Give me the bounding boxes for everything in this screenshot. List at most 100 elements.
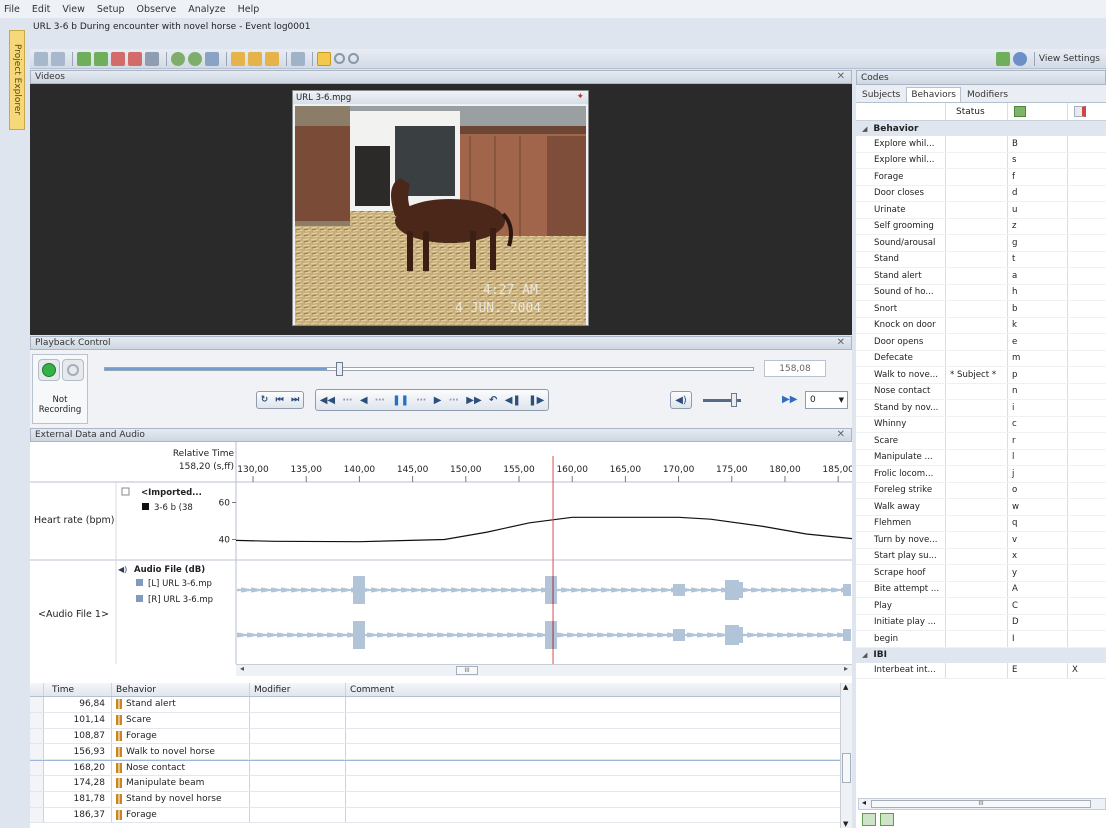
code-start-key[interactable]: v (1008, 532, 1068, 548)
code-row[interactable]: Manipulate ... l (856, 449, 1106, 466)
code-stop-key[interactable] (1068, 499, 1106, 515)
fast-rewind-icon[interactable]: ◀◀ (320, 395, 335, 406)
code-name[interactable]: Nose contact (856, 383, 946, 399)
menu-analyze[interactable]: Analyze (188, 4, 225, 15)
add-code-icon[interactable] (862, 813, 876, 826)
code-stop-key[interactable] (1068, 483, 1106, 499)
code-start-key[interactable]: y (1008, 565, 1068, 581)
close-icon[interactable]: ✕ (837, 337, 845, 348)
cell-time[interactable]: 168,20 (44, 761, 112, 775)
code-row[interactable]: Frolic locom... j (856, 466, 1106, 483)
tab-behaviors[interactable]: Behaviors (906, 87, 961, 102)
code-start-key[interactable]: D (1008, 614, 1068, 630)
code-stop-key[interactable] (1068, 136, 1106, 152)
code-row[interactable]: Nose contact n (856, 383, 1106, 400)
cell-modifier[interactable] (250, 791, 346, 807)
tab-modifiers[interactable]: Modifiers (963, 88, 1012, 102)
code-row[interactable]: Stand t (856, 251, 1106, 268)
stop-observation-icon[interactable] (111, 51, 125, 66)
code-name[interactable]: Defecate (856, 350, 946, 366)
record-button[interactable] (38, 359, 60, 381)
code-stop-key[interactable] (1068, 252, 1106, 268)
new-icon[interactable] (34, 51, 48, 66)
code-stop-key[interactable] (1068, 433, 1106, 449)
code-row[interactable]: Snort b (856, 301, 1106, 318)
code-stop-key[interactable] (1068, 318, 1106, 334)
code-start-key[interactable]: m (1008, 350, 1068, 366)
cell-comment[interactable] (346, 808, 852, 823)
cell-modifier[interactable] (250, 728, 346, 744)
code-start-key[interactable]: p (1008, 367, 1068, 383)
code-start-key[interactable]: i (1008, 400, 1068, 416)
skip-start-icon[interactable]: ⏮ (276, 395, 284, 405)
tab-subjects[interactable]: Subjects (858, 88, 904, 102)
play-icon[interactable]: ▶ (434, 395, 442, 406)
scroll-up-icon[interactable]: ▲ (843, 683, 848, 691)
volume-slider[interactable] (703, 393, 741, 407)
import-icon[interactable] (248, 51, 262, 66)
cell-time[interactable]: 101,14 (44, 712, 112, 728)
column-header-modifier[interactable]: Modifier (250, 683, 346, 696)
code-start-key[interactable]: d (1008, 185, 1068, 201)
code-start-key[interactable]: l (1008, 449, 1068, 465)
code-start-key[interactable]: j (1008, 466, 1068, 482)
video-window[interactable]: URL 3-6.mpg ✦ 4:27 AM 4 JUN. 2004 (292, 90, 589, 326)
code-name[interactable]: Flehmen (856, 515, 946, 531)
fast-forward-icon[interactable]: ▶▶ (466, 395, 481, 406)
view-settings-button[interactable]: View Settings (1039, 54, 1100, 64)
code-start-key[interactable]: c (1008, 416, 1068, 432)
cell-comment[interactable] (346, 697, 852, 712)
external-data-plot[interactable]: 130,00 135,00 140,00 145,00 150,00 155,00 160,… (30, 442, 852, 666)
code-stop-key[interactable] (1068, 301, 1106, 317)
code-row[interactable]: Door closes d (856, 185, 1106, 202)
modifiers-icon[interactable] (205, 51, 219, 66)
code-start-key[interactable]: B (1008, 136, 1068, 152)
code-stop-key[interactable] (1068, 565, 1106, 581)
table-row[interactable]: 168,20 Nose contact (30, 760, 852, 776)
code-name[interactable]: Whinny (856, 416, 946, 432)
code-row[interactable]: Interbeat int... E X (856, 662, 1106, 679)
code-row[interactable]: Play C (856, 598, 1106, 615)
code-stop-key[interactable] (1068, 351, 1106, 367)
code-name[interactable]: Stand by nov... (856, 400, 946, 416)
behaviors-icon[interactable] (188, 51, 202, 66)
code-name[interactable]: Self grooming (856, 218, 946, 234)
code-start-key[interactable]: o (1008, 482, 1068, 498)
report-icon[interactable] (265, 51, 279, 66)
code-row[interactable]: Explore whil... s (856, 152, 1106, 169)
cell-comment[interactable] (346, 744, 852, 759)
column-header-time[interactable]: Time (44, 683, 112, 696)
horizontal-scrollbar[interactable]: ◂ III ▸ (236, 664, 852, 676)
loop-icon[interactable]: ↻ (261, 395, 269, 405)
code-start-key[interactable]: q (1008, 515, 1068, 531)
table-row[interactable]: 186,37 Forage (30, 807, 852, 824)
row-header[interactable] (30, 807, 44, 823)
code-name[interactable]: Explore whil... (856, 152, 946, 168)
code-start-key[interactable]: I (1008, 631, 1068, 647)
code-row[interactable]: Door opens e (856, 334, 1106, 351)
code-stop-key[interactable] (1068, 417, 1106, 433)
code-row[interactable]: Initiate play ... D (856, 614, 1106, 631)
cell-behavior[interactable]: Forage (112, 728, 250, 744)
code-stop-key[interactable] (1068, 219, 1106, 235)
code-name[interactable]: Scare (856, 433, 946, 449)
code-start-key[interactable]: f (1008, 169, 1068, 185)
cell-modifier[interactable] (250, 775, 346, 791)
code-row[interactable]: begin I (856, 631, 1106, 648)
code-row[interactable]: Foreleg strike o (856, 482, 1106, 499)
scroll-left-icon[interactable]: ◂ (862, 798, 866, 807)
code-name[interactable]: Sound of ho... (856, 284, 946, 300)
next-frame-icon[interactable]: ❚▶ (528, 395, 544, 406)
undo-icon[interactable]: ↶ (489, 395, 497, 406)
code-stop-key[interactable] (1068, 598, 1106, 614)
volume-thumb[interactable] (731, 393, 737, 407)
cell-modifier[interactable] (250, 744, 346, 760)
code-row[interactable]: Flehmen q (856, 515, 1106, 532)
code-stop-key[interactable] (1068, 466, 1106, 482)
scroll-left-icon[interactable]: ◂ (240, 664, 244, 673)
rewind-icon[interactable]: ◀ (360, 395, 368, 406)
code-group-behavior[interactable]: ◢ Behavior (856, 121, 1106, 136)
scroll-thumb[interactable]: III (456, 666, 478, 675)
status-column-header[interactable]: Status (946, 103, 1008, 120)
start-observation-icon[interactable] (94, 51, 108, 66)
